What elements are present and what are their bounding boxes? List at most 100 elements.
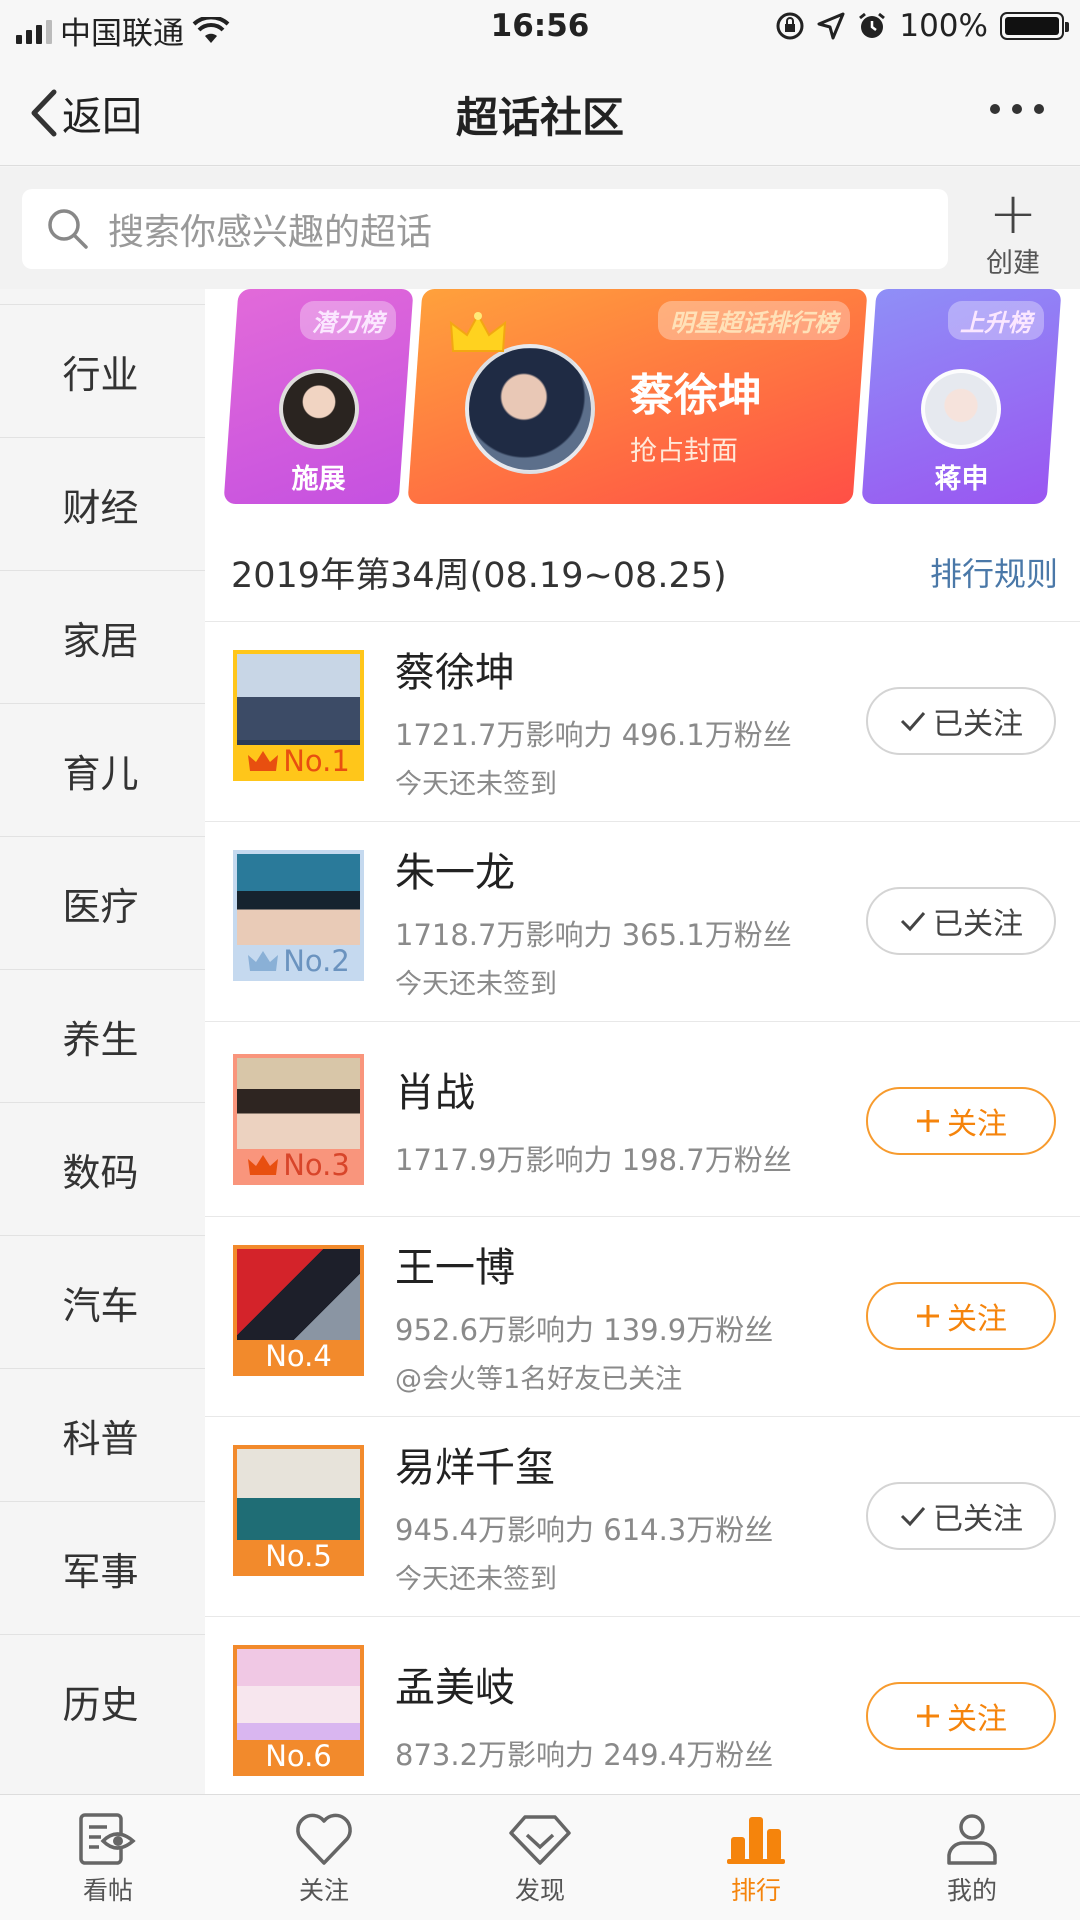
- ranking-rules-link[interactable]: 排行规则: [930, 549, 1058, 595]
- more-dot-icon: [990, 104, 1000, 114]
- sidebar-item-industry[interactable]: 行业: [0, 304, 205, 437]
- rank-badge: No.4: [237, 1339, 360, 1373]
- sidebar-item-science[interactable]: 科普: [0, 1368, 205, 1501]
- table-row[interactable]: No.3 肖战 1717.9万影响力 198.7万粉丝 关注: [205, 1022, 1080, 1217]
- follow-button[interactable]: 关注: [866, 1282, 1056, 1350]
- checkin-note: 今天还未签到: [395, 969, 557, 1000]
- search-input[interactable]: 搜索你感兴趣的超话: [22, 189, 948, 269]
- plus-icon: [917, 1110, 939, 1132]
- star-ranking-card[interactable]: 明星超话排行榜 蔡徐坤 抢占封面: [407, 289, 868, 504]
- tab-discover[interactable]: 发现: [432, 1795, 648, 1920]
- tab-ranking[interactable]: 排行: [648, 1795, 864, 1920]
- bar-chart-icon: [727, 1817, 785, 1864]
- week-label: 2019年第34周(08.19~08.25): [231, 556, 727, 596]
- main-content: 潜力榜 施展 明星超话排行榜 蔡徐坤 抢占封面 上升榜 蒋申 2019年第34周…: [205, 289, 1080, 1794]
- follow-label: 关注: [947, 1702, 1007, 1737]
- rank-number: No.6: [265, 1739, 332, 1773]
- rank-badge: No.5: [237, 1539, 360, 1572]
- search-row: 搜索你感兴趣的超话 + 创建: [0, 167, 1080, 289]
- rank-number: No.1: [283, 744, 350, 778]
- potential-star-name: 施展: [291, 464, 346, 495]
- crown-icon: [248, 951, 279, 971]
- more-button[interactable]: [990, 104, 1044, 114]
- heart-icon: [296, 1813, 352, 1865]
- potential-list-card[interactable]: 潜力榜 施展: [223, 289, 414, 504]
- crown-icon: [449, 312, 507, 352]
- sidebar-item-auto[interactable]: 汽车: [0, 1235, 205, 1368]
- star-name[interactable]: 肖战: [395, 1060, 475, 1118]
- tab-posts[interactable]: 看帖: [0, 1795, 216, 1920]
- checkin-note: 今天还未签到: [395, 769, 557, 800]
- rising-list-card[interactable]: 上升榜 蒋申: [861, 289, 1062, 504]
- more-dot-icon: [1034, 104, 1044, 114]
- sidebar-item-medical[interactable]: 医疗: [0, 836, 205, 969]
- ranking-banner: 潜力榜 施展 明星超话排行榜 蔡徐坤 抢占封面 上升榜 蒋申: [205, 289, 1080, 519]
- tab-me[interactable]: 我的: [864, 1795, 1080, 1920]
- crown-icon: [248, 751, 279, 771]
- battery-icon: [1000, 12, 1069, 40]
- check-icon: [900, 712, 926, 732]
- rank-badge: No.2: [237, 944, 360, 978]
- sidebar-item-parenting[interactable]: 育儿: [0, 703, 205, 836]
- followed-button[interactable]: 已关注: [866, 1482, 1056, 1550]
- sidebar-item-digital[interactable]: 数码: [0, 1102, 205, 1235]
- rank-number: No.4: [265, 1339, 332, 1373]
- rank-number: No.2: [283, 944, 350, 978]
- status-bar: 中国联通 16:56 100%: [0, 0, 1080, 54]
- diamond-icon: [509, 1815, 571, 1865]
- create-button[interactable]: + 创建: [968, 179, 1058, 280]
- checkin-note: 今天还未签到: [395, 1564, 557, 1595]
- avatar: [921, 369, 1001, 449]
- tab-following[interactable]: 关注: [216, 1795, 432, 1920]
- star-name[interactable]: 孟美岐: [395, 1655, 515, 1713]
- location-icon: [817, 12, 845, 40]
- star-ranking-tag: 明星超话排行榜: [658, 301, 850, 340]
- table-row[interactable]: No.5 易烊千玺 945.4万影响力 614.3万粉丝 今天还未签到 已关注: [205, 1417, 1080, 1617]
- status-right: 100%: [775, 8, 1069, 44]
- sidebar-item-finance[interactable]: 财经: [0, 437, 205, 570]
- sidebar-item[interactable]: [0, 289, 205, 304]
- table-row[interactable]: No.2 朱一龙 1718.7万影响力 365.1万粉丝 今天还未签到 已关注: [205, 822, 1080, 1022]
- follow-button[interactable]: 关注: [866, 1087, 1056, 1155]
- star-name[interactable]: 王一博: [395, 1235, 515, 1293]
- star-name[interactable]: 朱一龙: [395, 840, 515, 898]
- follow-button[interactable]: 关注: [866, 1682, 1056, 1750]
- tab-bar: 看帖 关注 发现 排行 我的: [0, 1794, 1080, 1920]
- alarm-icon: [859, 12, 886, 38]
- battery-percent: 100%: [899, 8, 988, 44]
- page-title: 超话社区: [455, 93, 624, 142]
- rising-list-tag: 上升榜: [948, 301, 1044, 340]
- potential-list-tag: 潜力榜: [300, 301, 396, 340]
- cover-subtitle: 抢占封面: [630, 436, 738, 467]
- rank-badge: No.6: [237, 1739, 360, 1773]
- avatar: [279, 369, 359, 449]
- table-row[interactable]: No.1 蔡徐坤 1721.7万影响力 496.1万粉丝 今天还未签到 已关注: [205, 622, 1080, 822]
- star-thumbnail[interactable]: No.1: [233, 650, 364, 781]
- sidebar-item-history[interactable]: 历史: [0, 1634, 205, 1767]
- followed-button[interactable]: 已关注: [866, 687, 1056, 755]
- category-sidebar: 行业 财经 家居 育儿 医疗 养生 数码 汽车 科普 军事 历史: [0, 289, 205, 1794]
- sidebar-item-home[interactable]: 家居: [0, 570, 205, 703]
- star-thumbnail[interactable]: No.2: [233, 850, 364, 981]
- star-name[interactable]: 易烊千玺: [395, 1435, 555, 1493]
- star-thumbnail[interactable]: No.3: [233, 1054, 364, 1185]
- week-row: 2019年第34周(08.19~08.25) 排行规则: [205, 519, 1080, 622]
- person-icon: [947, 1814, 997, 1865]
- table-row[interactable]: No.4 王一博 952.6万影响力 139.9万粉丝 @会火等1名好友已关注 …: [205, 1217, 1080, 1417]
- avatar: [465, 344, 595, 474]
- plus-icon: +: [988, 179, 1038, 247]
- crown-icon: [248, 1155, 279, 1175]
- checkin-note: @会火等1名好友已关注: [395, 1364, 683, 1395]
- star-thumbnail[interactable]: No.5: [233, 1445, 364, 1576]
- table-row[interactable]: No.6 孟美岐 873.2万影响力 249.4万粉丝 关注: [205, 1617, 1080, 1794]
- star-thumbnail[interactable]: No.4: [233, 1245, 364, 1376]
- check-icon: [900, 1507, 926, 1527]
- sidebar-item-military[interactable]: 军事: [0, 1501, 205, 1634]
- sidebar-item-wellness[interactable]: 养生: [0, 969, 205, 1102]
- star-name[interactable]: 蔡徐坤: [395, 640, 515, 698]
- follow-label: 关注: [947, 1107, 1007, 1142]
- star-thumbnail[interactable]: No.6: [233, 1645, 364, 1776]
- followed-button[interactable]: 已关注: [866, 887, 1056, 955]
- tab-label: 我的: [946, 1876, 997, 1905]
- search-icon: [48, 209, 88, 249]
